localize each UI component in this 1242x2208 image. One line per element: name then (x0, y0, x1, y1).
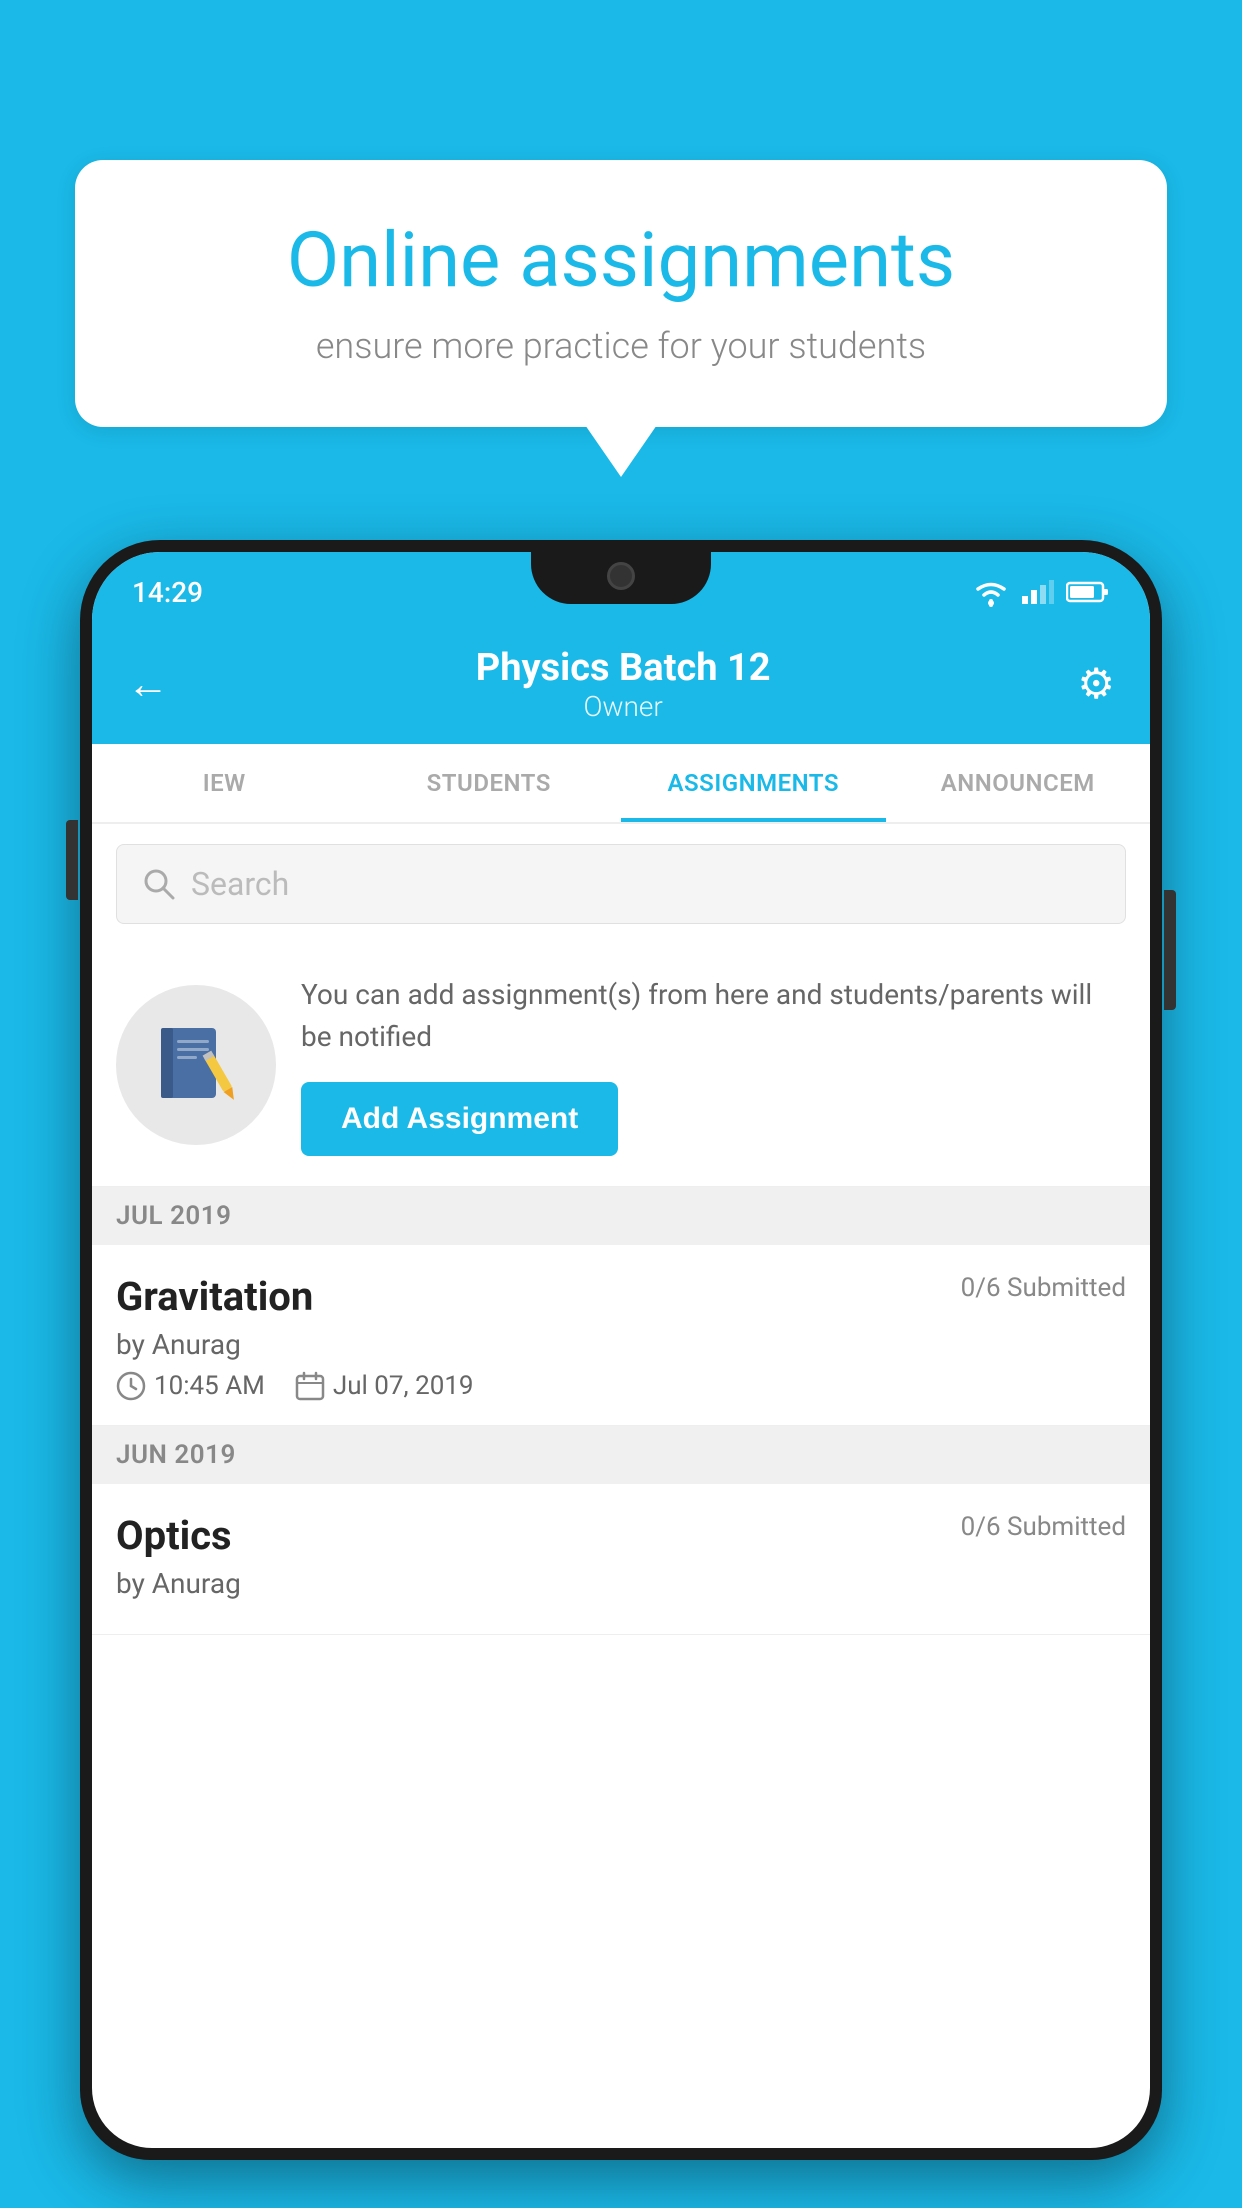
content-area: Search (92, 824, 1150, 1635)
assignment-item-gravitation[interactable]: Gravitation 0/6 Submitted by Anurag (92, 1245, 1150, 1426)
promo-card: You can add assignment(s) from here and … (92, 944, 1150, 1187)
search-bar-container: Search (92, 824, 1150, 944)
add-assignment-button[interactable]: Add Assignment (301, 1082, 618, 1156)
calendar-icon (295, 1371, 325, 1401)
batch-role: Owner (476, 690, 771, 723)
tab-iew[interactable]: IEW (92, 744, 357, 822)
bubble-subtitle: ensure more practice for your students (145, 325, 1097, 367)
phone-volume-button (66, 820, 78, 900)
bubble-title: Online assignments (145, 215, 1097, 305)
signal-icon (1022, 580, 1054, 604)
settings-button[interactable]: ⚙ (1077, 659, 1115, 709)
front-camera (607, 562, 635, 590)
status-time: 14:29 (132, 576, 203, 609)
search-placeholder: Search (191, 865, 289, 903)
speech-bubble: Online assignments ensure more practice … (75, 160, 1167, 427)
assignment-time-value: 10:45 AM (154, 1371, 265, 1401)
clock-icon (116, 1371, 146, 1401)
tabs-bar: IEW STUDENTS ASSIGNMENTS ANNOUNCEM (92, 744, 1150, 824)
tab-assignments[interactable]: ASSIGNMENTS (621, 744, 886, 822)
wifi-icon (972, 577, 1010, 607)
assignment-meta-gravitation: 10:45 AM Jul 07, 2019 (116, 1371, 1126, 1401)
assignment-by-optics: by Anurag (116, 1567, 1126, 1600)
battery-icon (1066, 580, 1110, 604)
assignment-time: 10:45 AM (116, 1371, 265, 1401)
search-bar[interactable]: Search (116, 844, 1126, 924)
promo-text-group: You can add assignment(s) from here and … (301, 974, 1126, 1156)
phone-notch (531, 552, 711, 604)
header-title-group: Physics Batch 12 Owner (476, 646, 771, 723)
assignment-title-optics: Optics (116, 1512, 232, 1559)
phone-power-button (1164, 890, 1176, 1010)
assignment-title-gravitation: Gravitation (116, 1273, 313, 1320)
assignment-submitted-gravitation: 0/6 Submitted (961, 1273, 1126, 1303)
assignment-by-gravitation: by Anurag (116, 1328, 1126, 1361)
tab-announcements[interactable]: ANNOUNCEM (886, 744, 1151, 822)
assignment-submitted-optics: 0/6 Submitted (961, 1512, 1126, 1542)
status-icons (972, 577, 1110, 607)
search-icon (142, 867, 176, 901)
assignment-date-value: Jul 07, 2019 (333, 1371, 474, 1401)
promo-icon-circle (116, 985, 276, 1145)
phone-mockup: 14:29 (80, 540, 1162, 2208)
section-header-jun: JUN 2019 (92, 1426, 1150, 1484)
back-button[interactable]: ← (127, 660, 169, 709)
app-header: ← Physics Batch 12 Owner ⚙ (92, 624, 1150, 744)
assignment-date: Jul 07, 2019 (295, 1371, 474, 1401)
tab-students[interactable]: STUDENTS (357, 744, 622, 822)
notebook-icon (151, 1020, 241, 1110)
section-header-jul: JUL 2019 (92, 1187, 1150, 1245)
assignment-item-optics[interactable]: Optics 0/6 Submitted by Anurag (92, 1484, 1150, 1635)
promo-description: You can add assignment(s) from here and … (301, 974, 1126, 1058)
batch-title: Physics Batch 12 (476, 646, 771, 690)
